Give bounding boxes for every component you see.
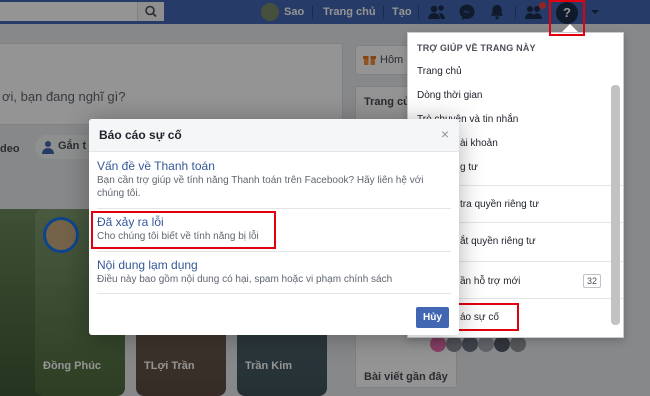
option-title: Vấn đề về Thanh toán — [97, 159, 215, 173]
highlight-box — [91, 211, 276, 249]
help-menu-item[interactable]: ắt quyền riêng tư — [460, 236, 536, 247]
option-description: Bạn cần trợ giúp về tính năng Thanh toán… — [97, 175, 424, 199]
dialog-header: Báo cáo sự cố × — [89, 119, 459, 152]
option-title: Nội dung lạm dụng — [97, 258, 198, 272]
help-menu-item[interactable]: tra quyền riêng tư — [460, 199, 539, 210]
highlight-box — [455, 303, 519, 331]
option-description: Điều này bao gồm nội dung có hại, spam h… — [97, 274, 393, 285]
support-inbox-count: 32 — [583, 274, 602, 288]
option-payments[interactable]: Vấn đề về Thanh toán Bạn cần trợ giúp về… — [97, 159, 451, 200]
dialog-title: Báo cáo sự cố — [99, 128, 182, 142]
dropdown-scrollbar[interactable] — [611, 85, 620, 325]
help-menu-item[interactable]: ài khoản — [460, 138, 498, 149]
option-abusive-content[interactable]: Nội dung lạm dụng Điều này bao gồm nội d… — [97, 258, 451, 286]
help-menu-item[interactable]: Dòng thời gian — [417, 90, 483, 101]
footer-divider — [97, 293, 451, 294]
help-menu-item[interactable]: Trang chủ — [417, 66, 462, 77]
option-divider — [97, 251, 451, 252]
option-divider — [97, 208, 451, 209]
help-menu-item[interactable]: g tư — [460, 162, 478, 173]
dropdown-caret — [562, 24, 578, 32]
cancel-button[interactable]: Hủy — [416, 307, 449, 328]
help-menu-header: TRỢ GIÚP VỀ TRANG NÀY — [417, 43, 536, 53]
close-icon[interactable]: × — [441, 126, 449, 142]
support-inbox-item[interactable]: ần hỗ trợ mới — [460, 276, 520, 287]
